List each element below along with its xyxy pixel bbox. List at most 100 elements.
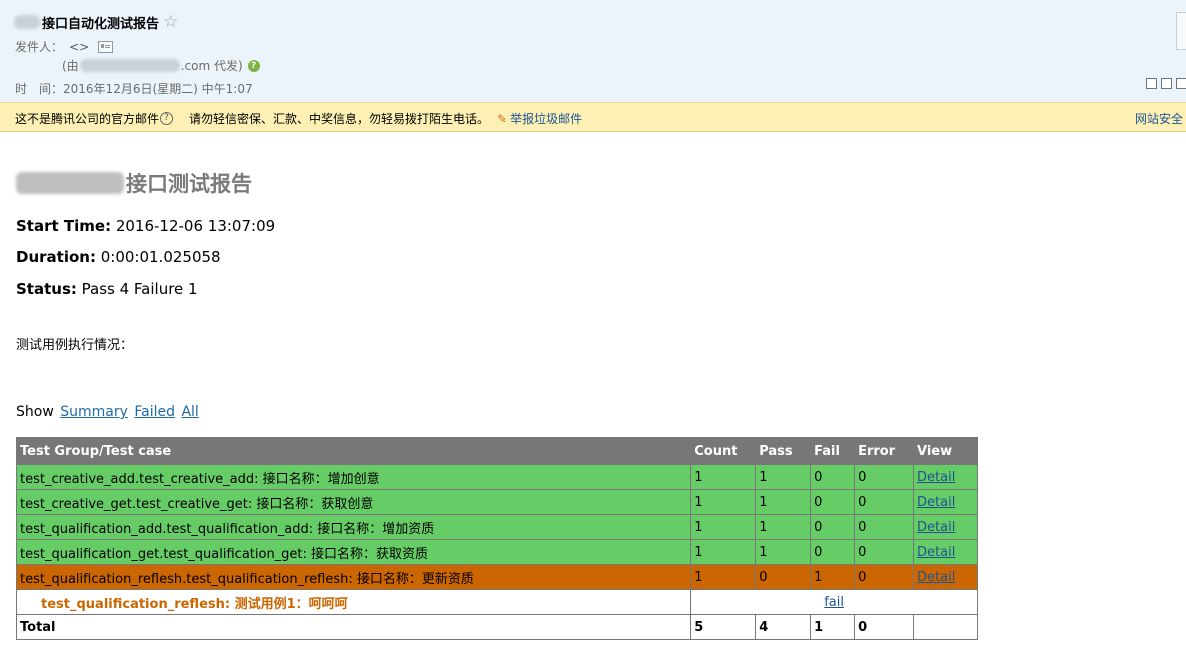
total-error: 0 <box>854 614 915 640</box>
security-warning-bar: 这不是腾讯公司的官方邮件 ? 请勿轻信密保、汇款、中奖信息，勿轻易拨打陌生电话。… <box>0 102 1186 132</box>
total-pass: 4 <box>755 614 812 640</box>
table-row: test_qualification_add.test_qualificatio… <box>15 514 978 540</box>
contact-card-icon[interactable] <box>98 40 114 53</box>
new-window-icon[interactable] <box>1146 78 1157 89</box>
table-row: test_creative_add.test_creative_add: 接口名… <box>15 464 978 490</box>
case-pass: 1 <box>755 514 812 540</box>
sender-address[interactable]: <> <box>69 40 89 54</box>
duration-label: Duration: <box>16 248 96 266</box>
failed-case-link-cell: fail <box>690 589 978 615</box>
case-name: test_qualification_add.test_qualificatio… <box>15 514 692 540</box>
header-error: Error <box>854 437 915 465</box>
star-icon[interactable]: ☆ <box>163 13 178 31</box>
case-fail: 0 <box>810 464 856 490</box>
case-count: 1 <box>690 489 757 515</box>
header-fail: Fail <box>810 437 856 465</box>
status-label: Status: <box>16 280 77 298</box>
warning-text-official: 这不是腾讯公司的官方邮件 <box>15 112 160 126</box>
detail-link[interactable]: Detail <box>917 520 955 535</box>
total-count: 5 <box>690 614 757 640</box>
detail-link[interactable]: Detail <box>917 545 955 560</box>
mail-header: 接口自动化测试报告 ☆ 发件人： <> (由 .com 代发) ? 时 间：20… <box>0 0 1186 102</box>
mail-tool-icons <box>1146 78 1186 89</box>
show-filter-row: Show Summary Failed All <box>16 404 199 420</box>
report-spam-link[interactable]: 举报垃圾邮件 <box>510 110 582 127</box>
start-time-value: 2016-12-06 13:07:09 <box>115 217 276 235</box>
duration-value: 0:00:01.025058 <box>100 248 221 266</box>
proxy-suffix: .com 代发) <box>180 59 243 73</box>
detail-link[interactable]: Detail <box>917 570 955 585</box>
result-table: Test Group/Test case Count Pass Fail Err… <box>15 437 978 640</box>
fail-detail-link[interactable]: fail <box>824 595 844 610</box>
case-error: 0 <box>854 564 915 590</box>
sender-label: 发件人： <box>15 40 64 54</box>
case-heading: 测试用例执行情况： <box>16 338 134 353</box>
duration-line: Duration: 0:00:01.025058 <box>16 248 221 266</box>
header-pass: Pass <box>755 437 812 465</box>
proxy-prefix: (由 <box>62 59 79 73</box>
total-row: Total 5 4 1 0 <box>15 614 978 640</box>
case-pass: 1 <box>755 489 812 515</box>
header-test-case: Test Group/Test case <box>15 437 692 465</box>
redacted-block <box>14 15 40 29</box>
warning-text-advice: 请勿轻信密保、汇款、中奖信息，勿轻易拨打陌生电话。 <box>189 112 490 126</box>
case-fail: 0 <box>810 514 856 540</box>
proxy-sender-row: (由 .com 代发) ? <box>62 57 260 74</box>
case-fail: 0 <box>810 489 856 515</box>
time-label: 时 间： <box>15 82 64 96</box>
table-row: test_creative_get.test_creative_get: 接口名… <box>15 489 978 515</box>
print-icon[interactable] <box>1161 78 1172 89</box>
status-value: Pass 4 Failure 1 <box>81 280 198 298</box>
detail-cell: Detail <box>913 489 978 515</box>
subject-row: 接口自动化测试报告 ☆ <box>14 12 178 32</box>
case-fail: 1 <box>810 564 856 590</box>
table-row: test_qualification_get.test_qualificatio… <box>15 539 978 565</box>
case-count: 1 <box>690 564 757 590</box>
website-security-link[interactable]: 网站安全 <box>1135 112 1183 126</box>
time-row: 时 间：2016年12月6日(星期二) 中午1:07 <box>15 80 253 97</box>
case-pass: 1 <box>755 464 812 490</box>
detail-cell: Detail <box>913 539 978 565</box>
start-time-label: Start Time: <box>16 217 112 235</box>
detail-cell: Detail <box>913 564 978 590</box>
case-name: test_qualification_get.test_qualificatio… <box>15 539 692 565</box>
filter-summary-link[interactable]: Summary <box>60 404 128 420</box>
report-spam-icon[interactable]: ✎ <box>497 112 507 126</box>
case-fail: 0 <box>810 539 856 565</box>
detail-link[interactable]: Detail <box>917 495 955 510</box>
contact-panel-edge[interactable] <box>1176 12 1186 50</box>
show-label: Show <box>16 404 54 420</box>
case-count: 1 <box>690 539 757 565</box>
case-count: 1 <box>690 514 757 540</box>
case-error: 0 <box>854 539 915 565</box>
case-error: 0 <box>854 489 915 515</box>
detail-cell: Detail <box>913 464 978 490</box>
case-name: test_qualification_reflesh.test_qualific… <box>15 564 692 590</box>
total-view-empty <box>913 614 978 640</box>
case-error: 0 <box>854 464 915 490</box>
redacted-block <box>79 59 180 72</box>
case-count: 1 <box>690 464 757 490</box>
verified-check-icon: ? <box>247 59 260 72</box>
case-name: test_creative_add.test_creative_add: 接口名… <box>15 464 692 490</box>
detail-cell: Detail <box>913 514 978 540</box>
case-pass: 1 <box>755 539 812 565</box>
report-title: 接口测试报告 <box>16 168 252 198</box>
filter-all-link[interactable]: All <box>181 404 198 420</box>
mail-subject: 接口自动化测试报告 <box>42 16 160 32</box>
failed-case-row: test_qualification_reflesh: 测试用例1：呵呵呵 fa… <box>15 589 978 615</box>
download-icon[interactable] <box>1176 78 1186 89</box>
total-label: Total <box>15 614 692 640</box>
case-pass: 0 <box>755 564 812 590</box>
report-title-text: 接口测试报告 <box>126 172 252 196</box>
filter-failed-link[interactable]: Failed <box>134 404 175 420</box>
detail-link[interactable]: Detail <box>917 470 955 485</box>
help-icon[interactable]: ? <box>160 112 174 125</box>
start-time-line: Start Time: 2016-12-06 13:07:09 <box>16 217 275 235</box>
time-value: 2016年12月6日(星期二) 中午1:07 <box>63 82 253 96</box>
case-name: test_creative_get.test_creative_get: 接口名… <box>15 489 692 515</box>
table-header-row: Test Group/Test case Count Pass Fail Err… <box>15 437 978 465</box>
table-row-failed: test_qualification_reflesh.test_qualific… <box>15 564 978 590</box>
total-fail: 1 <box>810 614 856 640</box>
case-error: 0 <box>854 514 915 540</box>
